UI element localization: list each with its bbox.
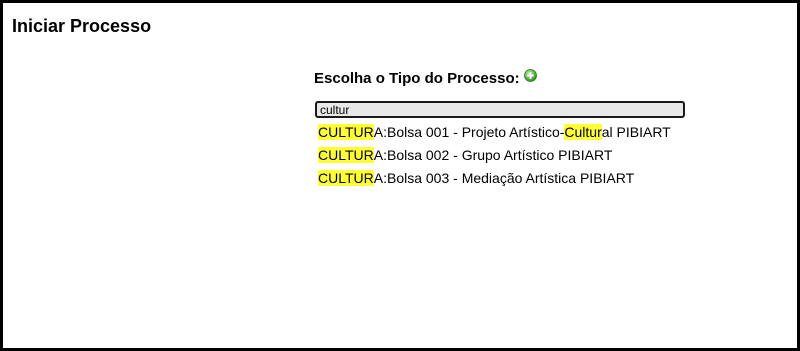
suggestion-match-text: CULTUR <box>318 170 374 186</box>
main-frame: Iniciar Processo Escolha o Tipo do Proce… <box>0 0 800 351</box>
suggestion-text: al PIBIART <box>601 124 671 140</box>
page-title: Iniciar Processo <box>12 16 152 36</box>
plus-circle-icon[interactable] <box>523 68 537 82</box>
suggestion-text: A:Bolsa 002 - Grupo Artístico PIBIART <box>373 147 613 163</box>
suggestion-match-text: Cultur <box>564 124 602 140</box>
process-type-label: Escolha o Tipo do Processo: <box>314 69 520 87</box>
suggestion-list: CULTURA:Bolsa 001 - Projeto Artístico-Cu… <box>318 124 688 193</box>
suggestion-item[interactable]: CULTURA:Bolsa 002 - Grupo Artístico PIBI… <box>318 147 688 163</box>
suggestion-match-text: CULTUR <box>318 124 374 140</box>
suggestion-text: A:Bolsa 001 - Projeto Artístico- <box>373 124 565 140</box>
process-type-label-row: Escolha o Tipo do Processo: <box>314 67 694 89</box>
suggestion-item[interactable]: CULTURA:Bolsa 003 - Mediação Artística P… <box>318 170 688 186</box>
process-type-search-input[interactable] <box>315 101 685 118</box>
process-type-section: Escolha o Tipo do Processo: cultur CULTU… <box>314 67 694 186</box>
suggestion-match-text: CULTUR <box>318 147 374 163</box>
suggestion-item[interactable]: CULTURA:Bolsa 001 - Projeto Artístico-Cu… <box>318 124 688 140</box>
suggestion-text: A:Bolsa 003 - Mediação Artística PIBIART <box>373 170 635 186</box>
